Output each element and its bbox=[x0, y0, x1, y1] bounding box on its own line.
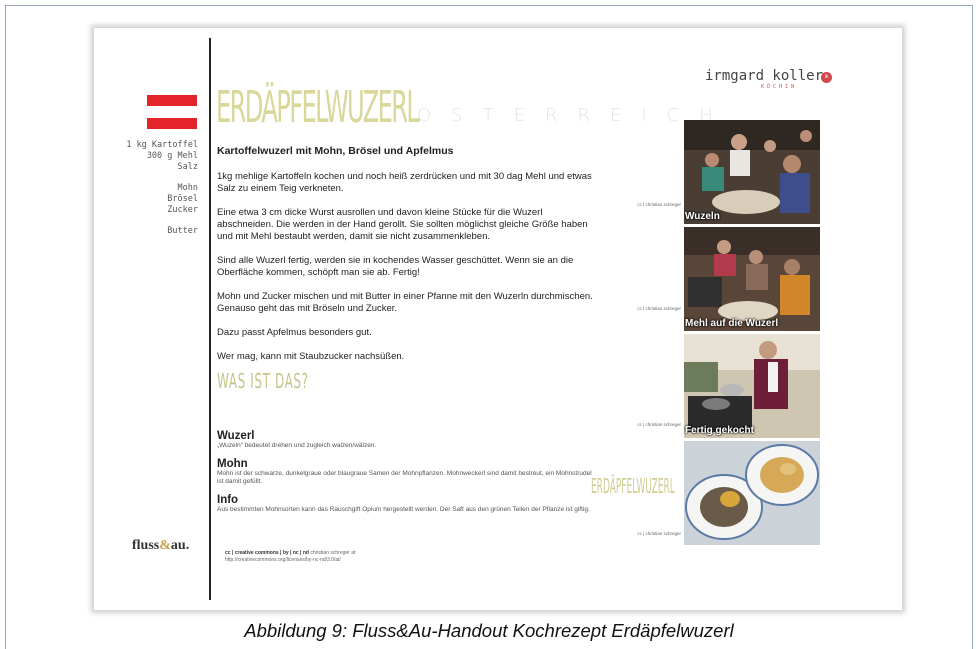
photo-caption: Wuzeln bbox=[685, 211, 720, 222]
photo-caption: Fertig gekocht bbox=[685, 425, 754, 436]
handout-page: 1 kg Kartoffel 300 g Mehl Salz Mohn Brös… bbox=[94, 28, 902, 610]
recipe-paragraph: Eine etwa 3 cm dicke Wurst ausrollen und… bbox=[217, 207, 588, 242]
definition-term: Mohn bbox=[217, 458, 248, 470]
recipe-paragraph: Dazu passt Apfelmus besonders gut. bbox=[217, 327, 372, 338]
recipe-paragraph: Wer mag, kann mit Staubzucker nachsüßen. bbox=[217, 351, 405, 362]
ingredient: Butter bbox=[167, 226, 198, 236]
flag-stripe-top bbox=[147, 95, 197, 107]
ingredient-list: 1 kg Kartoffel 300 g Mehl Salz Mohn Brös… bbox=[94, 140, 198, 247]
ingredient-group: 1 kg Kartoffel 300 g Mehl Salz bbox=[94, 140, 198, 173]
photo-plated-dish bbox=[684, 441, 820, 545]
ingredient: Zucker bbox=[167, 205, 198, 215]
photo-caption: Mehl auf die Wuzerl bbox=[685, 318, 779, 329]
photo-flouring: Mehl auf die Wuzerl bbox=[684, 227, 820, 331]
recipe-title: ERDÄPFELWUZERL bbox=[216, 82, 420, 133]
side-title: ERDÄPFELWUZERL bbox=[591, 474, 675, 498]
definition-text: „Wuzeln“ bedeutet drehen und zugleich wa… bbox=[217, 442, 377, 449]
photo-rolling-dough: Wuzeln bbox=[684, 120, 820, 224]
license-url: http://creativecommons.org/licenses/by-n… bbox=[225, 557, 341, 563]
definition-text: Mohn ist der schwarze, dunkelgraue oder … bbox=[217, 470, 592, 485]
was-ist-das-heading: WAS IST DAS? bbox=[217, 369, 309, 393]
author-badge-icon: ik bbox=[821, 72, 832, 83]
ingredient: Salz bbox=[177, 162, 198, 172]
figure-caption: Abbildung 9: Fluss&Au-Handout Kochrezept… bbox=[244, 620, 734, 641]
flag-stripe-bottom bbox=[147, 117, 197, 129]
recipe-heading: Kartoffelwuzerl mit Mohn, Brösel und Apf… bbox=[217, 145, 454, 157]
definitions: Wuzerl „Wuzeln“ bedeutet drehen und zugl… bbox=[217, 430, 597, 522]
license-note: cc | creative commons | by | nc | nd chr… bbox=[225, 550, 356, 563]
definition: Info Aus bestimmten Mohnsorten kann das … bbox=[217, 494, 597, 514]
definition-term: Info bbox=[217, 494, 239, 506]
definition: Mohn Mohn ist der schwarze, dunkelgraue … bbox=[217, 458, 597, 486]
divider-line bbox=[209, 38, 211, 600]
photo-image bbox=[684, 227, 820, 331]
photo-cooking: Fertig gekocht bbox=[684, 334, 820, 438]
author-name: irmgard koller KÖCHIN bbox=[705, 68, 824, 90]
author-role: KÖCHIN bbox=[761, 84, 798, 90]
flag-stripe-middle bbox=[147, 106, 197, 118]
recipe-body: Kartoffelwuzerl mit Mohn, Brösel und Apf… bbox=[217, 145, 597, 397]
photo-column: Wuzeln Mehl auf die Wuzerl Fertig gekoch… bbox=[684, 120, 820, 548]
photo-image bbox=[684, 334, 820, 438]
austria-flag-icon bbox=[147, 95, 197, 129]
photo-credit: cc | christian schreger bbox=[637, 531, 681, 536]
definition-text: Aus bestimmten Mohnsorten kann das Rausc… bbox=[217, 506, 590, 513]
ingredient-group: Butter bbox=[94, 226, 198, 237]
photo-image bbox=[684, 120, 820, 224]
photo-credit: cc | christian schreger bbox=[637, 202, 681, 207]
ingredient-group: Mohn Brösel Zucker bbox=[94, 183, 198, 216]
ingredient: 300 g Mehl bbox=[146, 151, 198, 161]
definition-term: Wuzerl bbox=[217, 430, 255, 442]
recipe-paragraph: Sind alle Wuzerl fertig, werden sie in k… bbox=[217, 255, 574, 278]
photo-image bbox=[684, 441, 820, 545]
recipe-paragraph: 1kg mehlige Kartoffeln kochen und noch h… bbox=[217, 171, 592, 194]
ingredient: Mohn bbox=[177, 183, 198, 193]
definition: Wuzerl „Wuzeln“ bedeutet drehen und zugl… bbox=[217, 430, 597, 450]
photo-credit: cc | christian schreger bbox=[637, 422, 681, 427]
photo-credit: cc | christian schreger bbox=[637, 306, 681, 311]
ingredient: 1 kg Kartoffel bbox=[126, 140, 198, 150]
recipe-paragraph: Mohn und Zucker mischen und mit Butter i… bbox=[217, 291, 593, 314]
ingredient: Brösel bbox=[167, 194, 198, 204]
fluss-au-logo: fluss&au. bbox=[132, 538, 190, 553]
